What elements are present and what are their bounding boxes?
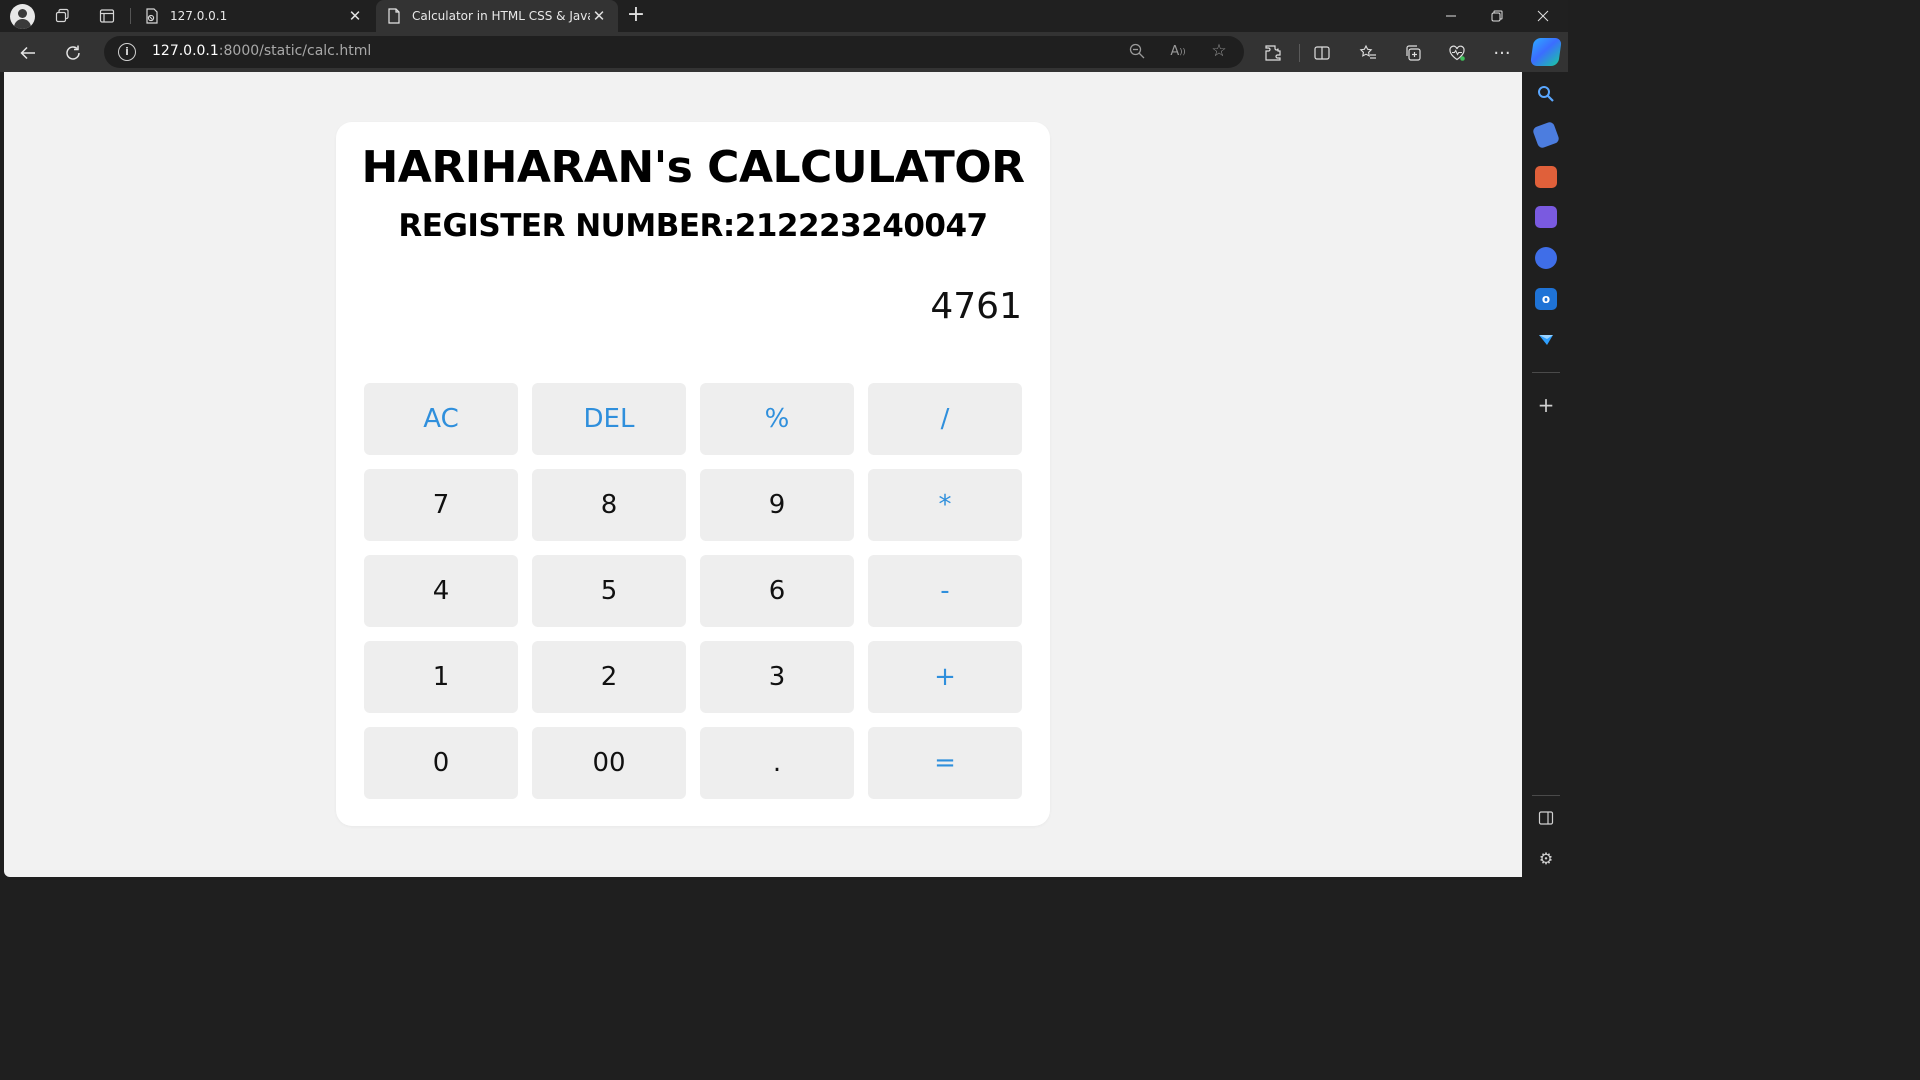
url-text: 127.0.0.1:8000/static/calc.html — [152, 43, 371, 59]
address-bar[interactable]: i 127.0.0.1:8000/static/calc.html — [104, 36, 1244, 68]
settings-gear-icon[interactable]: ⚙ — [1535, 847, 1557, 869]
tab-strip: 127.0.0.1 ✕ Calculator in HTML CSS & Jav… — [0, 0, 1568, 32]
tab-title: 127.0.0.1 — [170, 9, 228, 23]
register-number: REGISTER NUMBER:212223240047 — [398, 208, 988, 244]
send-icon[interactable] — [1535, 329, 1557, 351]
decimal-point-button[interactable]: . — [700, 727, 854, 799]
url-path: :8000/static/calc.html — [218, 43, 372, 59]
minimize-icon[interactable] — [1428, 0, 1474, 32]
page-icon — [386, 8, 402, 24]
collections-icon[interactable] — [1400, 40, 1426, 66]
edge-sidebar: o + ⚙ — [1524, 72, 1568, 882]
restore-icon[interactable] — [1474, 0, 1520, 32]
digit-8-button[interactable]: 8 — [532, 469, 686, 541]
split-screen-icon[interactable] — [1309, 40, 1335, 66]
refresh-icon[interactable] — [60, 40, 86, 66]
digit-6-button[interactable]: 6 — [700, 555, 854, 627]
more-options-icon[interactable]: ··· — [1489, 40, 1515, 66]
page-viewport: HARIHARAN's CALCULATOR REGISTER NUMBER:2… — [4, 72, 1522, 877]
copilot-icon[interactable] — [1530, 38, 1562, 66]
tab-divider — [130, 8, 131, 24]
plus-button[interactable]: + — [868, 641, 1022, 713]
digit-4-button[interactable]: 4 — [364, 555, 518, 627]
digit-9-button[interactable]: 9 — [700, 469, 854, 541]
calculator-display: 4761 — [930, 286, 1022, 327]
close-tab-icon[interactable]: ✕ — [590, 7, 608, 25]
outlook-icon[interactable]: o — [1535, 288, 1557, 310]
shopping-tag-icon[interactable] — [1531, 120, 1561, 150]
vertical-tabs-icon[interactable] — [95, 4, 119, 28]
extensions-icon[interactable] — [1260, 40, 1286, 66]
add-icon[interactable]: + — [1535, 393, 1557, 417]
clear-button[interactable]: AC — [364, 383, 518, 455]
page-broken-icon — [144, 8, 160, 24]
digit-5-button[interactable]: 5 — [532, 555, 686, 627]
workspaces-icon[interactable] — [51, 4, 75, 28]
url-host: 127.0.0.1 — [152, 43, 219, 59]
read-aloud-icon[interactable]: A)) — [1167, 40, 1189, 62]
favorite-star-icon[interactable]: ☆ — [1208, 40, 1230, 62]
browser-essentials-icon[interactable] — [1444, 40, 1470, 66]
keypad: AC DEL % / 7 8 9 * 4 5 6 - 1 2 3 + 0 00 … — [364, 383, 1022, 799]
divide-button[interactable]: / — [868, 383, 1022, 455]
close-tab-icon[interactable]: ✕ — [346, 7, 364, 25]
search-icon[interactable] — [1535, 83, 1557, 105]
zoom-out-icon[interactable] — [1126, 40, 1148, 62]
tools-briefcase-icon[interactable] — [1535, 166, 1557, 188]
back-icon[interactable] — [15, 40, 41, 66]
favorites-icon[interactable] — [1355, 40, 1381, 66]
digit-2-button[interactable]: 2 — [532, 641, 686, 713]
double-zero-button[interactable]: 00 — [532, 727, 686, 799]
tab-title: Calculator in HTML CSS & JavaScript — [412, 9, 590, 23]
multiply-button[interactable]: * — [868, 469, 1022, 541]
page-title: HARIHARAN's CALCULATOR — [361, 142, 1025, 193]
games-icon[interactable] — [1535, 206, 1557, 228]
site-info-icon[interactable]: i — [118, 43, 136, 61]
toolbar-divider — [1299, 44, 1300, 62]
digit-0-button[interactable]: 0 — [364, 727, 518, 799]
equals-button[interactable]: = — [868, 727, 1022, 799]
sidebar-divider — [1532, 372, 1560, 373]
new-tab-icon[interactable]: + — [624, 4, 648, 28]
digit-1-button[interactable]: 1 — [364, 641, 518, 713]
tab-calculator[interactable]: Calculator in HTML CSS & JavaScript ✕ — [376, 0, 618, 32]
hide-sidebar-icon[interactable] — [1535, 807, 1557, 829]
delete-button[interactable]: DEL — [532, 383, 686, 455]
sidebar-divider — [1532, 795, 1560, 796]
percent-button[interactable]: % — [700, 383, 854, 455]
close-window-icon[interactable] — [1520, 0, 1566, 32]
calculator-card: HARIHARAN's CALCULATOR REGISTER NUMBER:2… — [336, 122, 1050, 826]
digit-3-button[interactable]: 3 — [700, 641, 854, 713]
profile-avatar-icon[interactable] — [10, 4, 35, 29]
tab-localhost[interactable]: 127.0.0.1 ✕ — [134, 0, 374, 32]
minus-button[interactable]: - — [868, 555, 1022, 627]
digit-7-button[interactable]: 7 — [364, 469, 518, 541]
copilot-sidebar-icon[interactable] — [1535, 247, 1557, 269]
